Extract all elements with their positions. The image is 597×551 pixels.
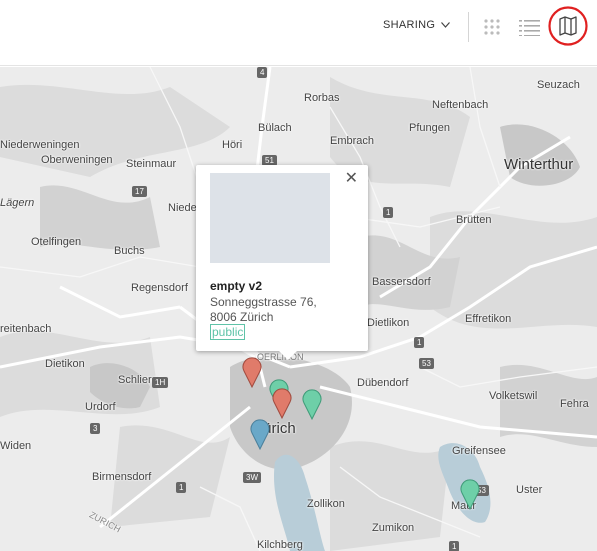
sharing-dropdown[interactable]: SHARING [383,19,451,31]
map-pin[interactable] [301,386,323,420]
road-shield: 1 [176,482,187,493]
grid-view-icon [484,19,500,35]
location-popup: ✕ empty v2 Sonneggstrasse 76, 8006 Züric… [196,165,368,360]
place-label-hoeri: Höri [222,139,243,151]
popup-address-line2: 8006 Zürich [210,310,274,324]
place-label-pfungen: Pfungen [409,122,450,134]
place-label-regensdorf: Regensdorf [131,282,188,294]
place-label-steinmaur: Steinmaur [126,158,177,170]
road-shield: 17 [132,186,147,197]
place-label-rorbas: Rorbas [304,92,340,104]
road-shield: 3W [243,472,261,483]
road-shield: 3 [90,423,101,434]
place-label-laegern: Lägern [0,197,35,209]
top-toolbar: SHARING [0,0,597,66]
place-label-winterthur: Winterthur [504,156,574,173]
place-label-zumikon: Zumikon [372,522,415,534]
road-shield: 1 [449,541,460,551]
place-label-oberweningen: Oberweningen [41,154,113,166]
road-shield: 53 [419,358,434,369]
list-view-button[interactable] [517,14,543,40]
location-thumbnail [210,173,330,263]
place-label-dietikon: Dietikon [45,358,85,370]
map-view-icon [548,6,588,46]
road-shield: 1 [383,207,394,218]
chevron-down-icon [441,22,451,28]
road-shield: 4 [257,67,268,78]
road-shield: 1H [152,377,169,388]
place-label-widen: Widen [0,440,32,452]
toolbar-divider [468,12,469,42]
place-label-greifensee: Greifensee [452,445,506,457]
place-label-zollikon: Zollikon [307,498,345,510]
place-label-embrach: Embrach [330,135,375,147]
place-label-volketswil: Volketswil [489,390,538,402]
map-pin[interactable] [249,416,271,450]
place-label-fehra: Fehra [560,398,589,410]
place-label-bruetten: Brütten [456,214,492,226]
sharing-label: SHARING [383,19,436,31]
place-label-seuzach: Seuzach [537,79,580,91]
place-label-bassersdorf: Bassersdorf [372,276,431,288]
map-pin[interactable] [459,476,481,510]
place-label-niederweningen: Niederweningen [0,139,80,151]
place-label-buelach: Bülach [258,122,292,134]
place-label-urdorf: Urdorf [85,401,116,413]
place-label-kilchberg: Kilchberg [257,539,303,551]
place-label-otelfingen: Otelfingen [31,236,82,248]
place-label-niede: Niede [168,202,197,214]
map-pin[interactable] [241,354,263,388]
place-label-duebendorf: Dübendorf [357,377,409,389]
place-label-neftenbach: Neftenbach [432,99,489,111]
popup-title: empty v2 [210,279,263,293]
place-label-wreitenbach: reitenbach [0,323,52,335]
grid-view-button[interactable] [479,14,505,40]
map-view-button[interactable] [548,6,588,46]
place-label-birmensdorf: Birmensdorf [92,471,152,483]
close-icon[interactable]: ✕ [345,171,358,187]
map-canvas[interactable]: Seuzach Rorbas Neftenbach Bülach Embrach… [0,67,597,551]
place-label-uster: Uster [516,484,543,496]
place-label-dietlikon: Dietlikon [367,317,410,329]
visibility-badge[interactable]: public [210,324,246,340]
popup-address-line1: Sonneggstrasse 76, [210,295,317,309]
popup-tail [278,350,298,360]
place-label-buchs: Buchs [114,245,145,257]
list-view-icon [519,20,540,36]
road-shield: 1 [414,337,425,348]
place-label-effretikon: Effretikon [465,313,512,325]
map-pin[interactable] [271,385,293,419]
